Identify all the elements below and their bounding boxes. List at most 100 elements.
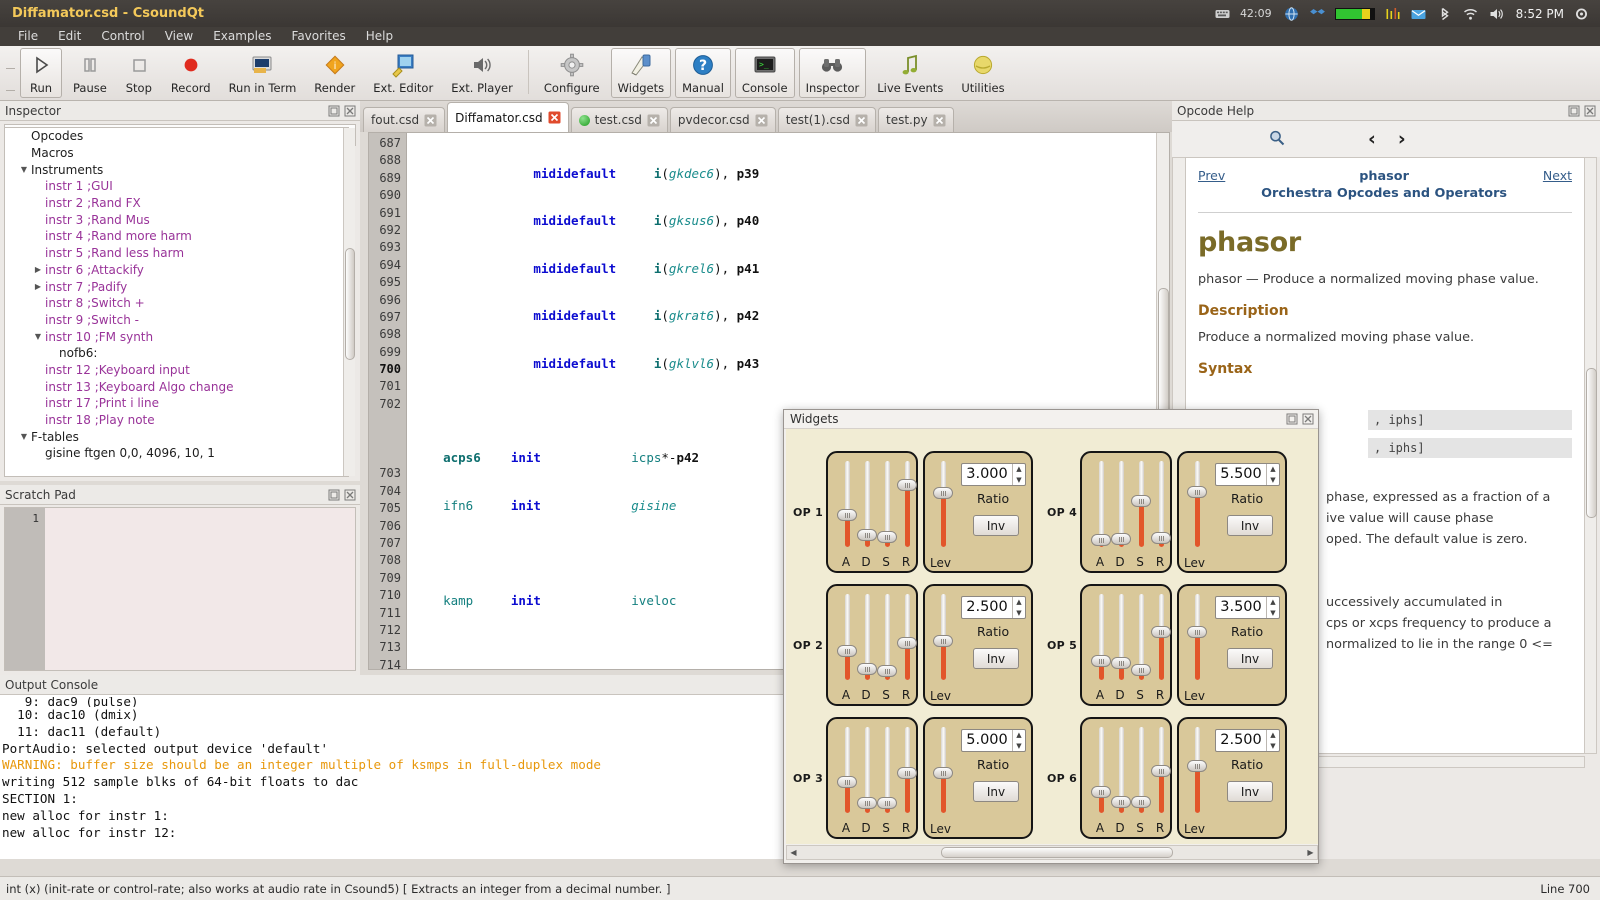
close-icon[interactable] bbox=[1584, 105, 1596, 117]
close-icon[interactable] bbox=[933, 114, 946, 127]
ratio-spinbox[interactable]: 2.500 ▲ ▼ bbox=[961, 596, 1026, 619]
inspector-button[interactable]: Inspector bbox=[798, 48, 867, 98]
dropbox-icon[interactable] bbox=[1309, 6, 1326, 22]
twisty-icon[interactable]: ▶ bbox=[31, 282, 45, 291]
tree-item[interactable]: Macros bbox=[5, 145, 348, 162]
widgets-horizontal-scrollbar[interactable]: ◀ ▶ bbox=[786, 845, 1318, 860]
tree-item[interactable]: instr 1 ;GUI bbox=[5, 178, 348, 195]
tree-item[interactable]: instr 13 ;Keyboard Algo change bbox=[5, 378, 348, 395]
magnifier-icon[interactable] bbox=[1268, 129, 1286, 150]
twisty-icon[interactable]: ▼ bbox=[31, 332, 45, 341]
render-button[interactable]: i Render bbox=[307, 48, 362, 98]
ratio-spinbox[interactable]: 3.000 ▲ ▼ bbox=[961, 463, 1026, 486]
run-in-term-button[interactable]: Run in Term bbox=[222, 48, 304, 98]
tree-item[interactable]: instr 18 ;Play note bbox=[5, 412, 348, 429]
slider-release[interactable] bbox=[897, 594, 917, 680]
slider-decay[interactable] bbox=[857, 727, 877, 813]
tree-item[interactable]: gisine ftgen 0,0, 4096, 10, 1 bbox=[5, 445, 348, 462]
adsr-slider-group[interactable]: A D S R bbox=[1080, 717, 1172, 839]
keyboard-indicator-icon[interactable] bbox=[1214, 6, 1231, 22]
slider-decay[interactable] bbox=[857, 594, 877, 680]
slider-sustain[interactable] bbox=[877, 594, 897, 680]
level-ratio-group[interactable]: 3.500 ▲ ▼ Ratio Inv Lev bbox=[1177, 584, 1287, 706]
slider-decay[interactable] bbox=[1111, 727, 1131, 813]
run-button[interactable]: Run bbox=[20, 48, 62, 98]
tree-item[interactable]: ▼ Instruments bbox=[5, 161, 348, 178]
ext-editor-button[interactable]: Ext. Editor bbox=[366, 48, 440, 98]
tree-item[interactable]: instr 2 ;Rand FX bbox=[5, 195, 348, 212]
close-icon[interactable] bbox=[424, 114, 437, 127]
float-icon[interactable] bbox=[1286, 413, 1298, 425]
volume-icon[interactable] bbox=[1488, 6, 1505, 22]
slider-release[interactable] bbox=[897, 461, 917, 547]
slider-level[interactable] bbox=[933, 727, 953, 813]
ratio-value[interactable]: 2.500 bbox=[962, 597, 1012, 618]
slider-decay[interactable] bbox=[1111, 461, 1131, 547]
close-icon[interactable] bbox=[344, 105, 356, 117]
twisty-icon[interactable]: ▶ bbox=[31, 265, 45, 274]
float-icon[interactable] bbox=[1568, 105, 1580, 117]
slider-level[interactable] bbox=[1187, 594, 1207, 680]
ratio-stepper[interactable]: ▲ ▼ bbox=[1012, 597, 1025, 618]
close-icon[interactable] bbox=[855, 114, 868, 127]
tree-item[interactable]: instr 8 ;Switch + bbox=[5, 295, 348, 312]
ratio-stepper[interactable]: ▲ ▼ bbox=[1266, 464, 1279, 485]
ratio-stepper[interactable]: ▲ ▼ bbox=[1266, 730, 1279, 751]
ratio-spinbox[interactable]: 5.000 ▲ ▼ bbox=[961, 729, 1026, 752]
mail-icon[interactable] bbox=[1410, 6, 1427, 22]
slider-decay[interactable] bbox=[1111, 594, 1131, 680]
slider-level[interactable] bbox=[1187, 727, 1207, 813]
ratio-value[interactable]: 5.500 bbox=[1216, 464, 1266, 485]
twisty-icon[interactable]: ▼ bbox=[17, 432, 31, 441]
slider-release[interactable] bbox=[897, 727, 917, 813]
help-prev-link[interactable]: Prev bbox=[1198, 168, 1225, 183]
manual-button[interactable]: ? Manual bbox=[675, 48, 731, 98]
tree-item[interactable]: instr 12 ;Keyboard input bbox=[5, 362, 348, 379]
tree-item[interactable]: ▼ F-tables bbox=[5, 428, 348, 445]
tree-item[interactable]: instr 5 ;Rand less harm bbox=[5, 245, 348, 262]
slider-level[interactable] bbox=[1187, 461, 1207, 547]
slider-release[interactable] bbox=[1151, 727, 1171, 813]
slider-sustain[interactable] bbox=[1131, 461, 1151, 547]
clock-label[interactable]: 8:52 PM bbox=[1516, 7, 1564, 21]
scratchpad-text-area[interactable] bbox=[45, 508, 355, 670]
pause-button[interactable]: Pause bbox=[66, 48, 114, 98]
configure-button[interactable]: Configure bbox=[537, 48, 607, 98]
inspector-scrollbar[interactable] bbox=[343, 128, 355, 476]
tab-test-py[interactable]: test.py bbox=[878, 107, 954, 132]
ratio-stepper[interactable]: ▲ ▼ bbox=[1266, 597, 1279, 618]
menu-control[interactable]: Control bbox=[91, 27, 154, 46]
scroll-left-icon[interactable]: ◀ bbox=[787, 848, 800, 857]
slider-attack[interactable] bbox=[837, 727, 857, 813]
help-next-arrow-icon[interactable]: › bbox=[1398, 128, 1406, 150]
scrollbar-thumb[interactable] bbox=[941, 847, 1173, 858]
widgets-window-titlebar[interactable]: Widgets bbox=[784, 410, 1318, 429]
twisty-icon[interactable]: ▼ bbox=[17, 165, 31, 174]
level-ratio-group[interactable]: 2.500 ▲ ▼ Ratio Inv Lev bbox=[1177, 717, 1287, 839]
tab-test-csd[interactable]: test.csd bbox=[570, 107, 668, 132]
slider-sustain[interactable] bbox=[877, 727, 897, 813]
scroll-right-icon[interactable]: ▶ bbox=[1304, 848, 1317, 857]
menu-file[interactable]: File bbox=[8, 27, 48, 46]
tab-fout-csd[interactable]: fout.csd bbox=[363, 107, 446, 132]
tree-item[interactable]: instr 17 ;Print i line bbox=[5, 395, 348, 412]
float-icon[interactable] bbox=[328, 105, 340, 117]
scratchpad-editor[interactable]: 1 bbox=[4, 507, 356, 671]
scrollbar-thumb[interactable] bbox=[345, 248, 355, 360]
level-ratio-group[interactable]: 5.000 ▲ ▼ Ratio Inv Lev bbox=[923, 717, 1033, 839]
ratio-value[interactable]: 3.000 bbox=[962, 464, 1012, 485]
ratio-stepper[interactable]: ▲ ▼ bbox=[1012, 730, 1025, 751]
close-icon[interactable] bbox=[647, 114, 660, 127]
inv-button[interactable]: Inv bbox=[973, 515, 1019, 536]
slider-attack[interactable] bbox=[837, 594, 857, 680]
ratio-value[interactable]: 5.000 bbox=[962, 730, 1012, 751]
ratio-spinbox[interactable]: 5.500 ▲ ▼ bbox=[1215, 463, 1280, 486]
widgets-window[interactable]: Widgets OP 1 A D S R 3.000 ▲ ▼ Ratio Inv… bbox=[783, 409, 1319, 864]
tree-item[interactable]: nofb6: bbox=[5, 345, 348, 362]
scrollbar-track[interactable] bbox=[800, 846, 1304, 859]
ratio-value[interactable]: 3.500 bbox=[1216, 597, 1266, 618]
widgets-canvas[interactable]: OP 1 A D S R 3.000 ▲ ▼ Ratio Inv Lev OP … bbox=[786, 429, 1318, 844]
float-icon[interactable] bbox=[328, 489, 340, 501]
slider-attack[interactable] bbox=[1091, 461, 1111, 547]
menu-edit[interactable]: Edit bbox=[48, 27, 91, 46]
